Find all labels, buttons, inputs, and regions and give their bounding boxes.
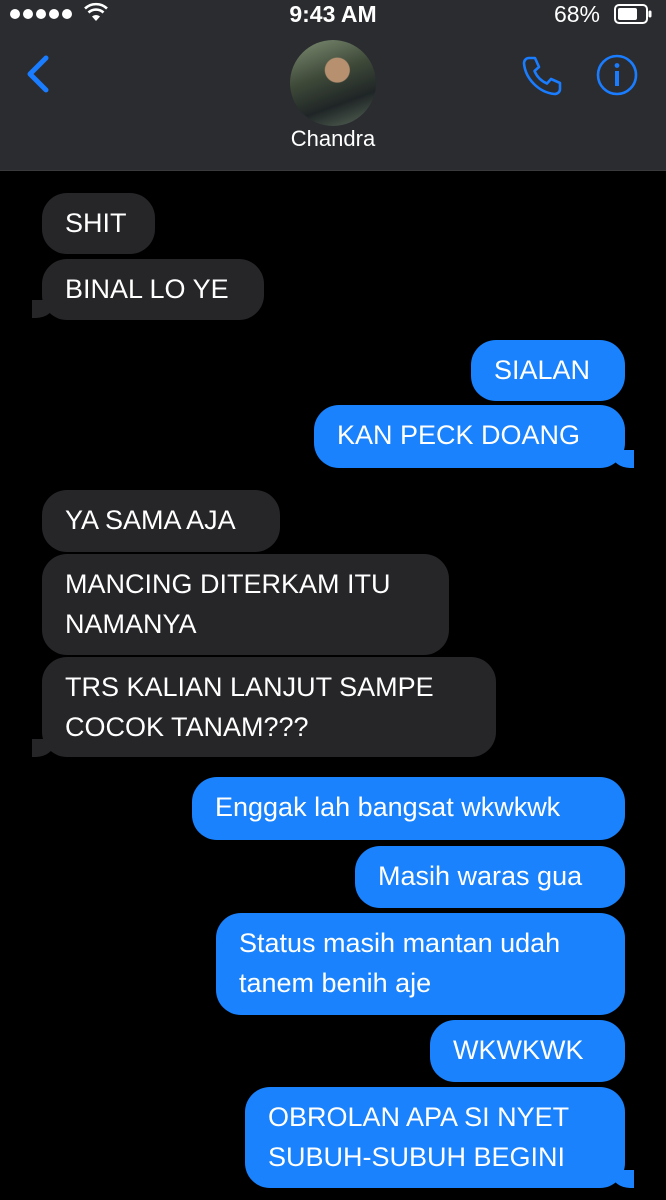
message-bubble-outgoing[interactable]: KAN PECK DOANG — [314, 405, 625, 468]
message-text: YA SAMA AJA — [65, 505, 236, 535]
conversation-header: 9:43 AM 68% Chandra — [0, 0, 666, 171]
message-text: Enggak lah bangsat wkwkwk — [215, 792, 561, 822]
bubble-tail — [612, 1170, 634, 1188]
contact-avatar[interactable] — [290, 40, 376, 126]
info-icon[interactable] — [596, 54, 638, 96]
message-bubble-outgoing[interactable]: Status masih mantan udah tanem benih aje — [216, 913, 625, 1015]
message-text: WKWKWK — [453, 1035, 584, 1065]
bubble-tail — [612, 450, 634, 468]
message-text: SIALAN — [494, 355, 591, 385]
message-text: TRS KALIAN LANJUT SAMPE COCOK TANAM??? — [65, 672, 434, 742]
back-chevron-icon[interactable] — [22, 52, 56, 96]
phone-icon[interactable] — [520, 54, 564, 98]
message-bubble-outgoing[interactable]: WKWKWK — [430, 1020, 625, 1082]
bubble-tail — [32, 300, 54, 318]
bubble-tail — [32, 739, 54, 757]
message-bubble-incoming[interactable]: SHIT — [42, 193, 155, 254]
message-bubble-incoming[interactable]: MANCING DITERKAM ITU NAMANYA — [42, 554, 449, 655]
message-text: Status masih mantan udah tanem benih aje — [239, 928, 561, 998]
battery-percent: 68% — [553, 1, 600, 27]
message-text: BINAL LO YE — [65, 274, 229, 304]
contact-name[interactable]: Chandra — [0, 126, 666, 152]
message-bubble-outgoing[interactable]: Enggak lah bangsat wkwkwk — [192, 777, 625, 840]
message-text: MANCING DITERKAM ITU NAMANYA — [65, 569, 391, 639]
message-bubble-outgoing[interactable]: OBROLAN APA SI NYET SUBUH-SUBUH BEGINI — [245, 1087, 625, 1188]
battery-icon — [614, 4, 652, 24]
message-bubble-incoming[interactable]: BINAL LO YE — [42, 259, 264, 320]
message-bubble-outgoing[interactable]: SIALAN — [471, 340, 625, 401]
message-bubble-outgoing[interactable]: Masih waras gua — [355, 846, 625, 908]
status-bar: 9:43 AM 68% — [0, 0, 666, 30]
message-text: KAN PECK DOANG — [337, 420, 581, 450]
message-text: OBROLAN APA SI NYET SUBUH-SUBUH BEGINI — [268, 1102, 569, 1172]
message-text: Masih waras gua — [378, 861, 583, 891]
message-bubble-incoming[interactable]: YA SAMA AJA — [42, 490, 280, 552]
message-bubble-incoming[interactable]: TRS KALIAN LANJUT SAMPE COCOK TANAM??? — [42, 657, 496, 757]
message-text: SHIT — [65, 208, 127, 238]
